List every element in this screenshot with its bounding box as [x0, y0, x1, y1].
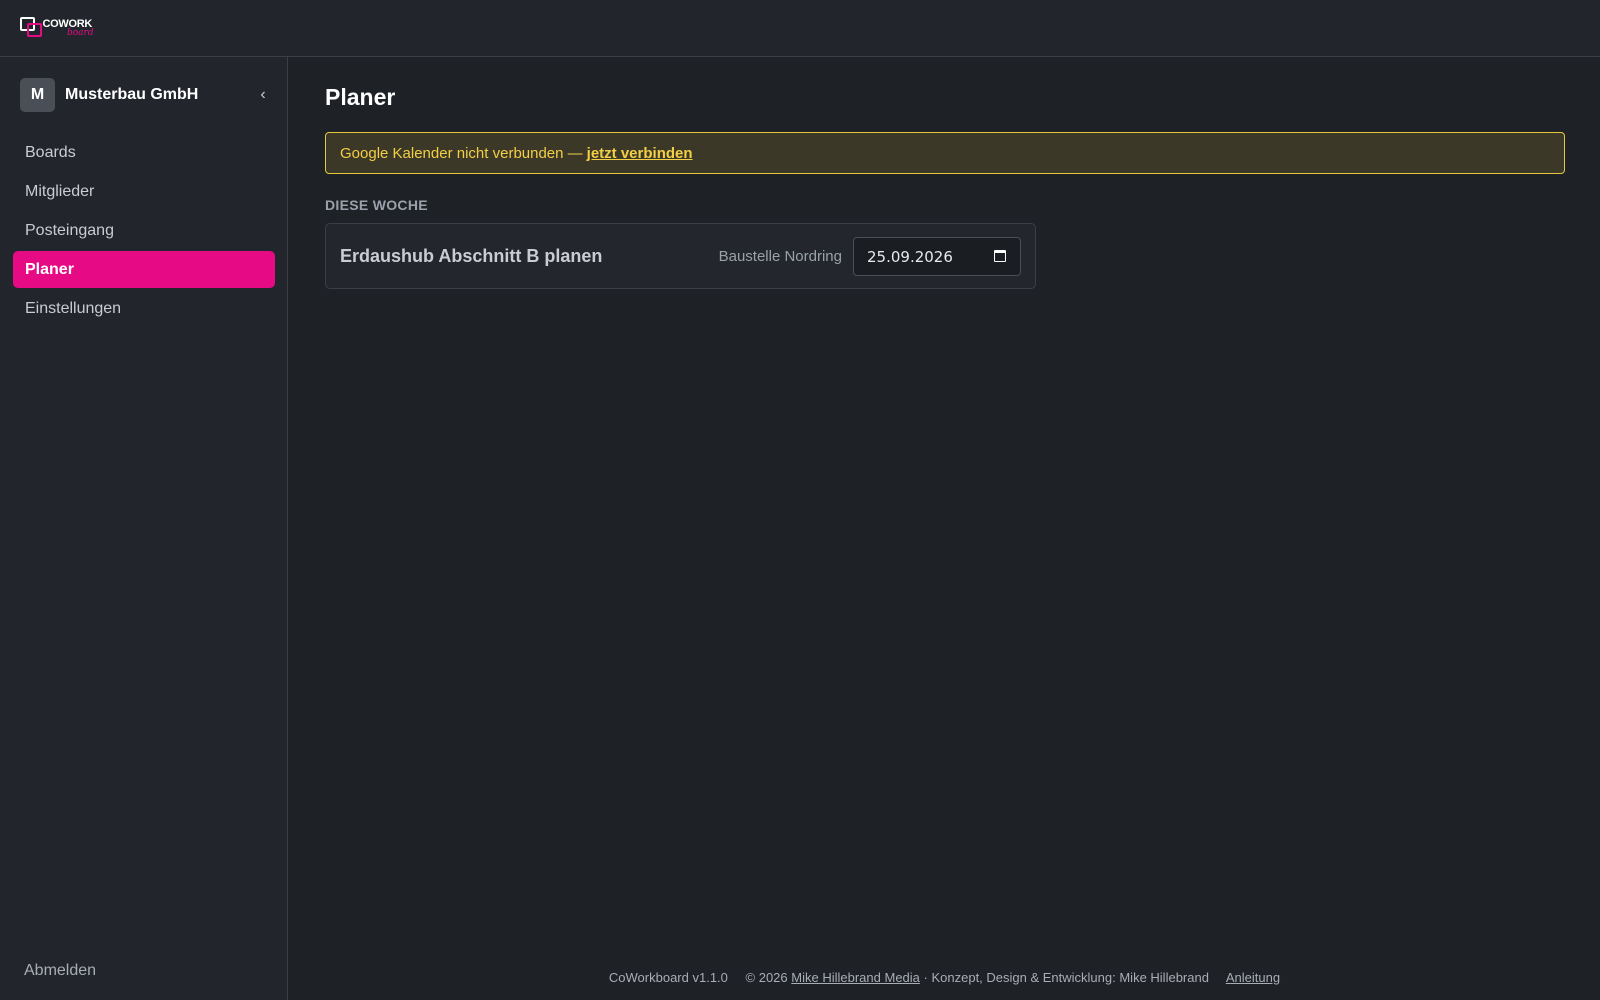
main-content: Planer Google Kalender nicht verbunden —… [289, 57, 1600, 1000]
org-name: Musterbau GmbH [65, 86, 199, 103]
due-date-input[interactable]: 25.09.2026 [853, 237, 1021, 276]
calendar-warning-banner: Google Kalender nicht verbunden — jetzt … [325, 132, 1565, 174]
sidebar-nav: Boards Mitglieder Posteingang Planer Ein… [13, 134, 275, 329]
section-label: DIESE WOCHE [325, 197, 428, 213]
org-switcher: M Musterbau GmbH ‹ [20, 78, 276, 112]
logo-subtext: board [67, 28, 94, 38]
sidebar-item-einstellungen[interactable]: Einstellungen [13, 290, 275, 327]
footer-company-link[interactable]: Mike Hillebrand Media [791, 970, 920, 985]
task-project: Baustelle Nordring [718, 248, 842, 265]
sidebar-item-mitglieder[interactable]: Mitglieder [13, 173, 275, 210]
org-avatar: M [20, 78, 55, 112]
app-logo[interactable]: COWORK board [20, 16, 94, 40]
sidebar-item-posteingang[interactable]: Posteingang [13, 212, 275, 249]
banner-text: Google Kalender nicht verbunden — [340, 144, 583, 162]
logout-link[interactable]: Abmelden [24, 962, 96, 980]
sidebar: M Musterbau GmbH ‹ Boards Mitglieder Pos… [0, 57, 288, 1000]
calendar-icon[interactable] [994, 250, 1006, 262]
task-title[interactable]: Erdaushub Abschnitt B planen [340, 246, 602, 267]
page-title: Planer [325, 84, 396, 110]
sidebar-item-boards[interactable]: Boards [13, 134, 275, 171]
due-date-value: 25.09.2026 [867, 247, 953, 266]
task-card[interactable]: Erdaushub Abschnitt B planen Baustelle N… [325, 223, 1036, 289]
footer-copyright: © 2026 [745, 970, 788, 985]
sidebar-item-planer[interactable]: Planer [13, 251, 275, 288]
logo-icon [20, 17, 42, 39]
footer-credits: · Konzept, Design & Entwicklung: Mike Hi… [923, 970, 1209, 985]
chevron-left-icon[interactable]: ‹ [254, 86, 272, 104]
footer: CoWorkboard v1.1.0 © 2026 Mike Hillebran… [289, 970, 1600, 985]
footer-guide-link[interactable]: Anleitung [1226, 970, 1280, 985]
top-bar: COWORK board [0, 0, 1600, 57]
footer-version: CoWorkboard v1.1.0 [608, 970, 728, 985]
connect-calendar-link[interactable]: jetzt verbinden [587, 145, 693, 162]
